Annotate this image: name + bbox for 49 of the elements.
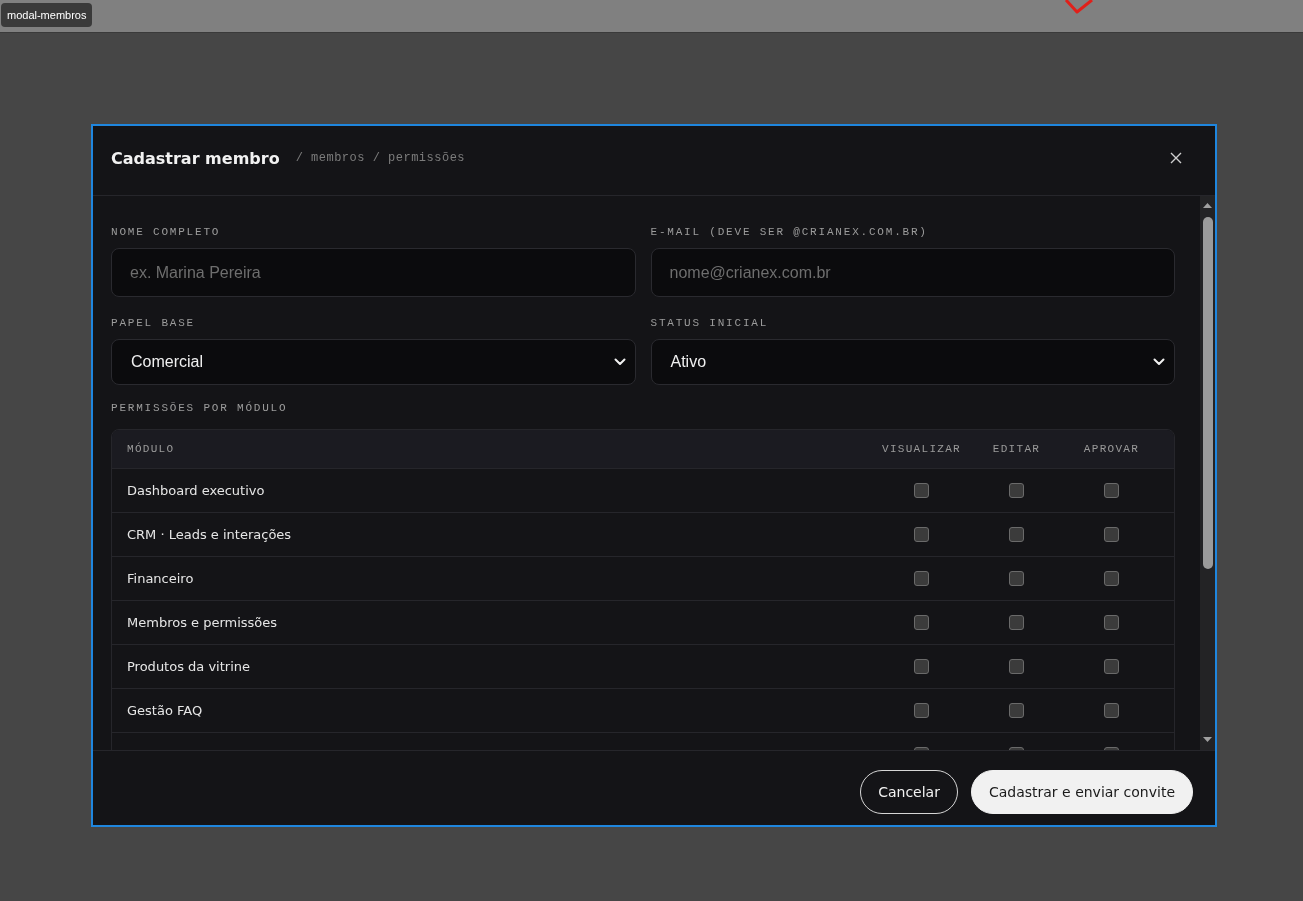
input-field[interactable]: ex. Marina Pereira [111,248,636,297]
scrollbar-thumb[interactable] [1202,217,1213,569]
modal-title: Cadastrar membro [111,148,280,168]
checkbox[interactable] [1104,703,1119,718]
module-name: Dashboard executivo [127,483,265,498]
column-header: MÓDULO [127,442,175,456]
chevron-icon [1064,0,1094,15]
dropdown[interactable]: Ativo [650,339,1175,385]
caret-down-icon[interactable] [1203,737,1212,742]
module-name: Gestão FAQ [127,703,203,718]
checkbox[interactable] [1104,483,1119,498]
checkbox[interactable] [1009,659,1024,674]
checkbox[interactable] [1104,527,1119,542]
column-header: VISUALIZAR [882,442,961,456]
column-header: EDITAR [992,442,1041,456]
checkbox[interactable] [914,615,929,630]
checkbox[interactable] [914,571,929,586]
module-name: Membros e permissões [127,615,278,630]
checkbox[interactable] [914,659,929,674]
checkbox[interactable] [1104,659,1119,674]
caret-up-icon[interactable] [1203,203,1212,208]
checkbox[interactable] [1009,527,1024,542]
checkbox[interactable] [1104,615,1119,630]
module-name: Financeiro [127,571,194,586]
checkbox[interactable] [914,483,929,498]
frame-label: modal-membros [1,3,93,27]
checkbox[interactable] [1009,571,1024,586]
close-icon[interactable] [1170,152,1182,164]
chevron-down-icon [1153,358,1165,366]
checkbox[interactable] [1009,615,1024,630]
checkbox[interactable] [914,703,929,718]
checkbox[interactable] [1009,703,1024,718]
field-label: E-MAIL (DEVE SER @CRIANEX.COM.BR) [650,225,928,239]
input-field[interactable]: nome@crianex.com.br [650,248,1175,297]
field-label: STATUS INICIAL [650,316,769,330]
submit-button[interactable]: Cadastrar e enviar convite [970,770,1193,814]
scrollbar[interactable] [1200,196,1215,750]
module-name: Produtos da vitrine [127,659,251,674]
checkbox[interactable] [914,527,929,542]
dropdown[interactable]: Comercial [111,339,636,385]
section-label: PERMISSÕES POR MÓDULO [111,401,289,415]
breadcrumb: / membros / permissões [295,151,466,165]
checkbox[interactable] [1009,483,1024,498]
column-header: APROVAR [1083,442,1140,456]
field-label: NOME COMPLETO [111,225,221,239]
chevron-down-icon [613,358,626,366]
field-label: PAPEL BASE [111,316,195,330]
module-name: CRM · Leads e interações [127,527,292,542]
checkbox[interactable] [1104,571,1119,586]
